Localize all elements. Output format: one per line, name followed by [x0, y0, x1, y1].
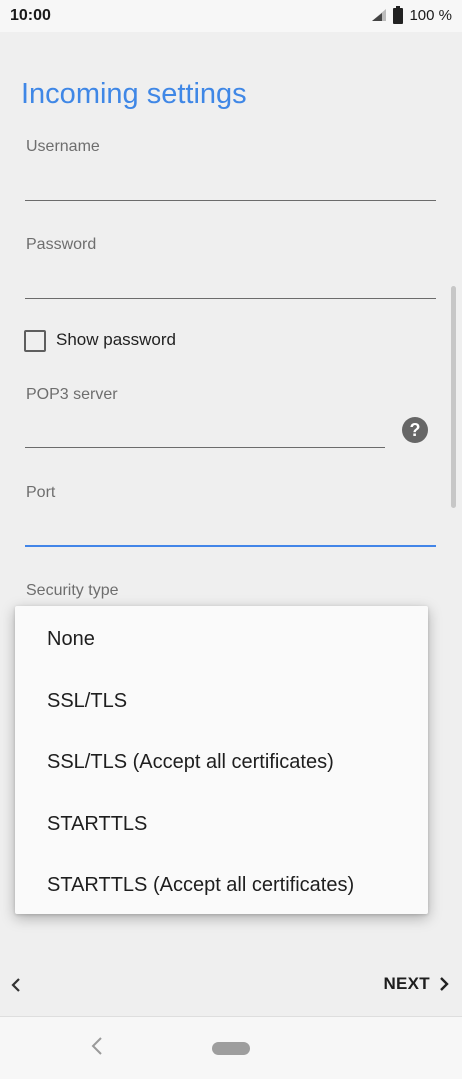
pop3-server-label: POP3 server	[26, 386, 118, 403]
show-password-label[interactable]: Show password	[56, 330, 176, 350]
page-title: Incoming settings	[21, 78, 247, 110]
username-label: Username	[26, 138, 100, 155]
menu-item-ssl-tls[interactable]: SSL/TLS	[15, 670, 428, 732]
bottom-action-bar: NEXT	[0, 954, 462, 1016]
help-icon[interactable]: ?	[402, 417, 428, 443]
scrollbar[interactable]	[451, 286, 456, 508]
nav-home-icon[interactable]	[212, 1042, 250, 1055]
pop3-server-field[interactable]	[25, 418, 383, 446]
status-time: 10:00	[10, 7, 51, 24]
next-label: NEXT	[383, 974, 430, 993]
security-type-menu: None SSL/TLS SSL/TLS (Accept all certifi…	[15, 606, 428, 914]
username-underline	[25, 200, 436, 201]
chevron-right-icon	[440, 977, 449, 991]
battery-percentage: 100 %	[409, 6, 452, 24]
password-field[interactable]	[25, 268, 435, 296]
status-icons: 100 %	[371, 6, 452, 24]
password-label: Password	[26, 236, 97, 253]
battery-icon	[393, 6, 404, 24]
signal-icon	[372, 9, 387, 21]
port-label: Port	[26, 484, 56, 501]
security-type-label: Security type	[26, 582, 119, 599]
pop3-server-underline	[25, 447, 385, 448]
username-field[interactable]	[25, 170, 435, 198]
menu-item-starttls-accept-all[interactable]: STARTTLS (Accept all certificates)	[15, 854, 428, 916]
menu-item-starttls[interactable]: STARTTLS	[15, 793, 428, 855]
show-password-checkbox[interactable]	[24, 330, 46, 352]
next-button[interactable]: NEXT	[383, 974, 450, 994]
nav-back-icon[interactable]	[90, 1035, 104, 1057]
menu-item-none[interactable]: None	[15, 608, 428, 670]
status-bar: 10:00 100 %	[0, 0, 462, 32]
system-nav-bar	[0, 1016, 462, 1079]
port-underline	[25, 545, 436, 547]
port-field[interactable]	[25, 516, 435, 544]
menu-item-ssl-tls-accept-all[interactable]: SSL/TLS (Accept all certificates)	[15, 731, 428, 793]
password-underline	[25, 298, 436, 299]
chevron-left-icon[interactable]	[10, 976, 22, 994]
